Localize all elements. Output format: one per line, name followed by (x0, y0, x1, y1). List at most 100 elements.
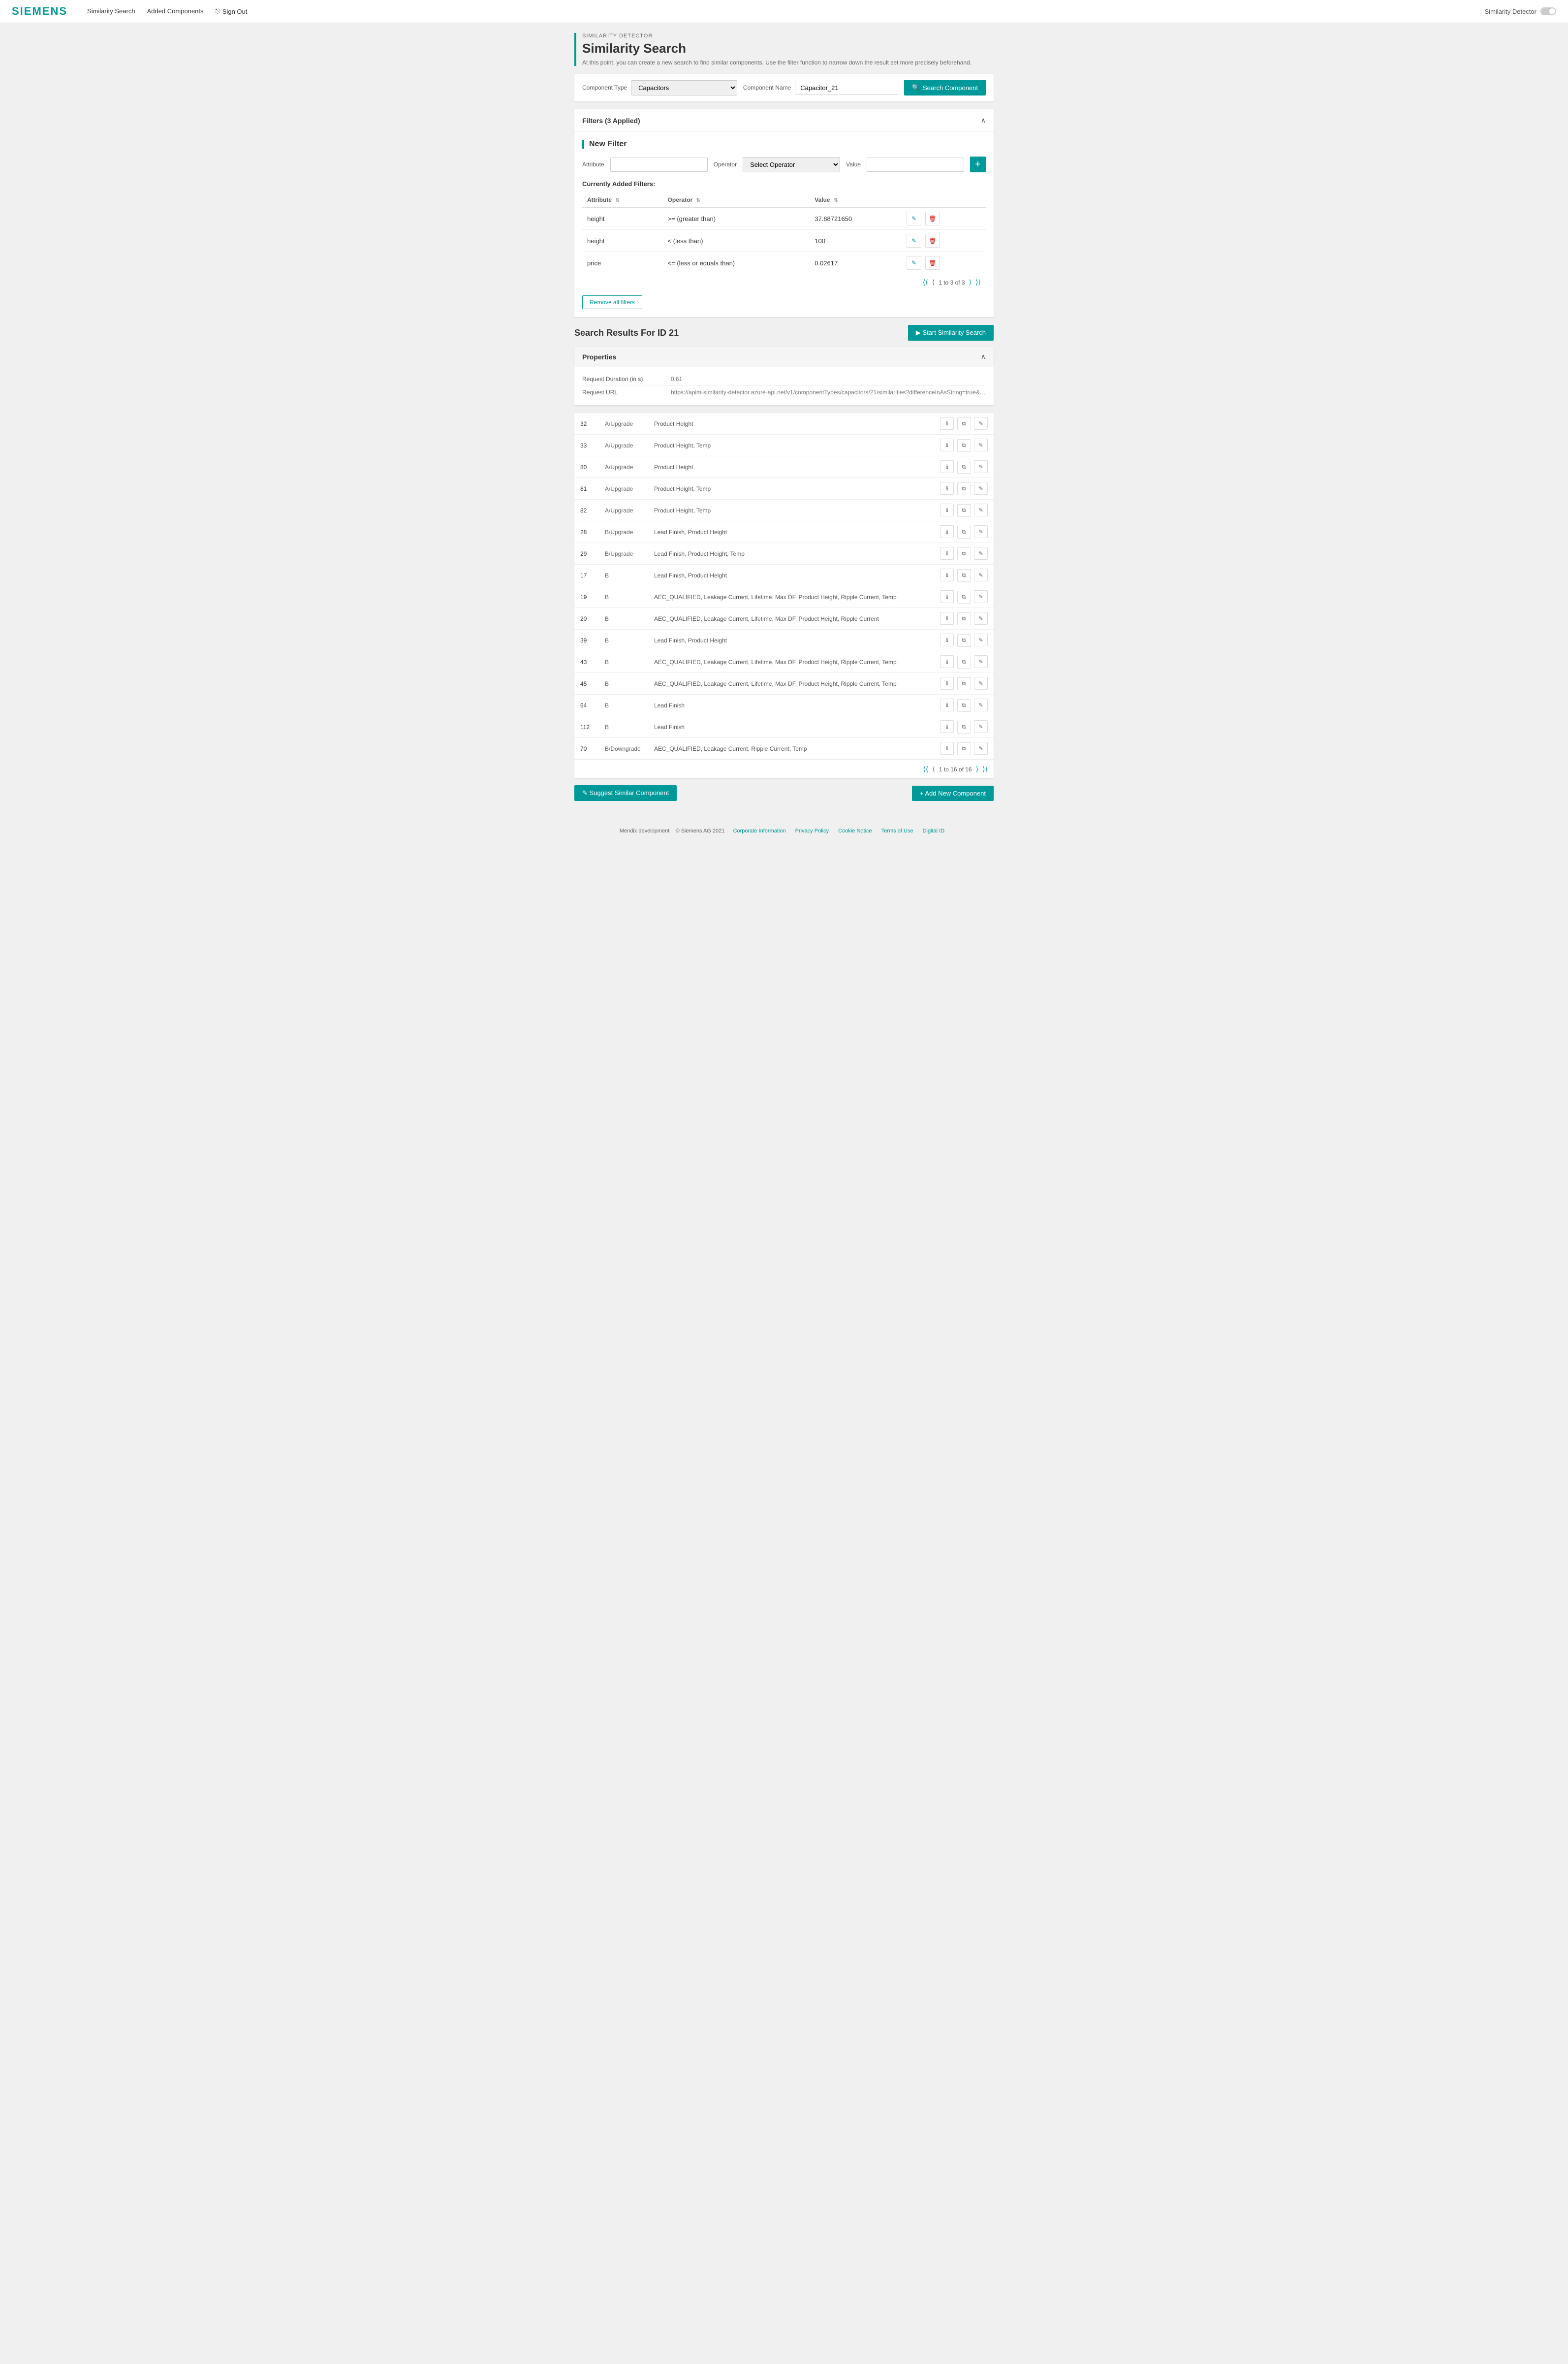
copy-button[interactable]: ⧉ (957, 526, 971, 539)
view-details-button[interactable]: ℹ (940, 547, 954, 560)
copy-button[interactable]: ⧉ (957, 612, 971, 625)
results-last-page-btn[interactable]: ⟩⟩ (982, 765, 988, 773)
op-sort-icon[interactable]: ⇅ (696, 198, 700, 203)
edit-filter-button[interactable]: ✎ (907, 234, 921, 248)
properties-header[interactable]: Properties ∧ (574, 347, 994, 367)
view-details-button[interactable]: ℹ (940, 742, 954, 755)
edit-result-button[interactable]: ✎ (974, 547, 988, 560)
delete-filter-button[interactable]: 🗑 (925, 212, 940, 225)
header: SIEMENS Similarity Search Added Componen… (0, 0, 1568, 23)
edit-result-button[interactable]: ✎ (974, 504, 988, 516)
edit-result-button[interactable]: ✎ (974, 634, 988, 646)
filter-prev-page-btn[interactable]: ⟨ (932, 278, 935, 287)
view-details-button[interactable]: ℹ (940, 569, 954, 581)
footer-digital-id[interactable]: Digital ID (923, 828, 945, 834)
add-filter-button[interactable]: + (970, 157, 986, 172)
edit-result-button[interactable]: ✎ (974, 699, 988, 711)
footer-terms-of-use[interactable]: Terms of Use (881, 828, 913, 834)
suggest-similar-component-button[interactable]: ✎ Suggest Similar Component (574, 785, 677, 801)
search-component-button[interactable]: 🔍 Search Component (904, 80, 986, 96)
footer-corporate-info[interactable]: Corporate Information (733, 828, 786, 834)
attribute-input[interactable] (610, 158, 708, 172)
attribute-label: Attribute (582, 161, 604, 168)
view-details-button[interactable]: ℹ (940, 482, 954, 495)
edit-filter-button[interactable]: ✎ (907, 212, 921, 225)
result-actions-cell: ℹ ⧉ ✎ (930, 673, 994, 695)
start-similarity-search-button[interactable]: ▶ Start Similarity Search (908, 325, 994, 341)
filters-section-header[interactable]: Filters (3 Applied) ∧ (574, 109, 994, 132)
copy-button[interactable]: ⧉ (957, 742, 971, 755)
edit-result-button[interactable]: ✎ (974, 655, 988, 668)
copy-button[interactable]: ⧉ (957, 504, 971, 517)
footer-cookie-notice[interactable]: Cookie Notice (838, 828, 872, 834)
results-first-page-btn[interactable]: ⟨⟨ (923, 765, 928, 773)
edit-result-button[interactable]: ✎ (974, 460, 988, 473)
results-prev-page-btn[interactable]: ⟨ (932, 765, 935, 773)
copy-button[interactable]: ⧉ (957, 569, 971, 582)
result-actions-cell: ℹ ⧉ ✎ (930, 630, 994, 651)
val-sort-icon[interactable]: ⇅ (834, 198, 838, 203)
copy-button[interactable]: ⧉ (957, 699, 971, 712)
list-item: 112 B Lead Finish ℹ ⧉ ✎ (574, 716, 994, 738)
copy-button[interactable]: ⧉ (957, 417, 971, 430)
nav-sign-out[interactable]: ⎋ Sign Out (215, 7, 247, 15)
copy-button[interactable]: ⧉ (957, 461, 971, 474)
similarity-detector-toggle[interactable] (1540, 7, 1556, 15)
edit-result-button[interactable]: ✎ (974, 742, 988, 755)
view-details-button[interactable]: ℹ (940, 699, 954, 711)
copy-button[interactable]: ⧉ (957, 656, 971, 669)
value-input[interactable] (867, 158, 964, 172)
view-details-button[interactable]: ℹ (940, 655, 954, 668)
result-id-cell: 28 (574, 521, 599, 543)
filter-first-page-btn[interactable]: ⟨⟨ (923, 278, 928, 287)
copy-button[interactable]: ⧉ (957, 634, 971, 647)
list-item: 39 B Lead Finish, Product Height ℹ ⧉ ✎ (574, 630, 994, 651)
results-next-page-btn[interactable]: ⟩ (976, 765, 978, 773)
edit-result-button[interactable]: ✎ (974, 590, 988, 603)
copy-button[interactable]: ⧉ (957, 721, 971, 734)
result-type-cell: A/Upgrade (599, 435, 648, 456)
filter-last-page-btn[interactable]: ⟩⟩ (975, 278, 981, 287)
view-details-button[interactable]: ℹ (940, 720, 954, 733)
view-details-button[interactable]: ℹ (940, 439, 954, 451)
result-actions-cell: ℹ ⧉ ✎ (930, 716, 994, 738)
view-details-button[interactable]: ℹ (940, 677, 954, 690)
view-details-button[interactable]: ℹ (940, 460, 954, 473)
edit-result-button[interactable]: ✎ (974, 525, 988, 538)
results-title: Search Results For ID 21 (574, 328, 679, 338)
add-new-component-button[interactable]: + Add New Component (912, 786, 994, 801)
edit-result-button[interactable]: ✎ (974, 417, 988, 430)
footer-privacy-policy[interactable]: Privacy Policy (795, 828, 829, 834)
operator-select[interactable]: Select Operator (743, 157, 840, 172)
component-type-select[interactable]: Capacitors (631, 80, 737, 96)
view-details-button[interactable]: ℹ (940, 504, 954, 516)
view-details-button[interactable]: ℹ (940, 590, 954, 603)
edit-result-button[interactable]: ✎ (974, 612, 988, 625)
copy-button[interactable]: ⧉ (957, 482, 971, 495)
edit-filter-button[interactable]: ✎ (907, 256, 921, 270)
delete-filter-button[interactable]: 🗑 (925, 256, 940, 270)
nav-added-components[interactable]: Added Components (147, 7, 204, 15)
view-details-button[interactable]: ℹ (940, 634, 954, 646)
delete-filter-button[interactable]: 🗑 (925, 234, 940, 248)
view-details-button[interactable]: ℹ (940, 525, 954, 538)
edit-result-button[interactable]: ✎ (974, 482, 988, 495)
copy-button[interactable]: ⧉ (957, 591, 971, 604)
attr-sort-icon[interactable]: ⇅ (615, 198, 619, 203)
remove-all-filters-button[interactable]: Remove all filters (582, 295, 642, 309)
edit-result-button[interactable]: ✎ (974, 569, 988, 581)
copy-button[interactable]: ⧉ (957, 439, 971, 452)
filter-next-page-btn[interactable]: ⟩ (969, 278, 972, 287)
copy-button[interactable]: ⧉ (957, 547, 971, 560)
edit-result-button[interactable]: ✎ (974, 439, 988, 451)
component-name-input[interactable] (795, 81, 898, 95)
results-pagination: ⟨⟨ ⟨ 1 to 16 of 16 ⟩ ⟩⟩ (574, 760, 994, 778)
view-details-button[interactable]: ℹ (940, 417, 954, 430)
edit-result-button[interactable]: ✎ (974, 677, 988, 690)
filters-section-body: New Filter Attribute Operator Select Ope… (574, 132, 994, 317)
edit-result-button[interactable]: ✎ (974, 720, 988, 733)
nav-similarity-search[interactable]: Similarity Search (87, 7, 135, 15)
filter-attr-col-header: Attribute ⇅ (582, 192, 663, 208)
view-details-button[interactable]: ℹ (940, 612, 954, 625)
copy-button[interactable]: ⧉ (957, 677, 971, 690)
